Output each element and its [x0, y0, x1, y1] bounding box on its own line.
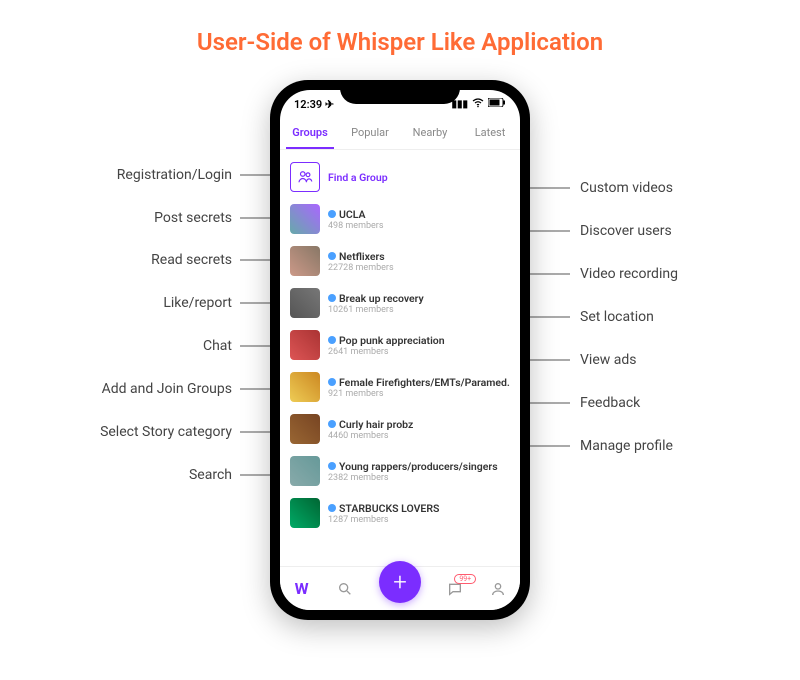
- callout-groups: Add and Join Groups: [0, 381, 238, 397]
- group-name: UCLA: [339, 208, 366, 221]
- verified-icon: [328, 504, 336, 512]
- phone-frame: 12:39 ✈ ▮▮▮ Groups Popular Nearby Latest: [270, 80, 530, 620]
- verified-icon: [328, 420, 336, 428]
- callout-registration: Registration/Login: [0, 167, 238, 183]
- bottom-nav: W + 99+: [280, 566, 520, 610]
- callout-read-secrets: Read secrets: [0, 252, 238, 268]
- tab-popular[interactable]: Popular: [340, 118, 400, 149]
- page-title: User-Side of Whisper Like Application: [0, 0, 800, 56]
- find-a-group-row[interactable]: Find a Group: [280, 156, 520, 198]
- group-thumb: [290, 288, 320, 318]
- verified-icon: [328, 378, 336, 386]
- callout-post-secrets: Post secrets: [0, 210, 238, 226]
- tab-latest[interactable]: Latest: [460, 118, 520, 149]
- callout-story-category: Select Story category: [0, 424, 238, 440]
- group-name: Female Firefighters/EMTs/Paramed...: [339, 376, 510, 389]
- group-thumb: [290, 372, 320, 402]
- group-name: Pop punk appreciation: [339, 334, 445, 347]
- nav-logo-icon[interactable]: W: [293, 580, 311, 598]
- verified-icon: [328, 336, 336, 344]
- verified-icon: [328, 462, 336, 470]
- status-icons: ▮▮▮: [451, 98, 506, 111]
- verified-icon: [328, 210, 336, 218]
- callout-chat: Chat: [0, 338, 238, 354]
- group-name: Netflixers: [339, 250, 385, 263]
- list-item[interactable]: STARBUCKS LOVERS1287 members: [280, 492, 520, 534]
- group-members: 2382 members: [328, 473, 510, 483]
- notification-badge: 99+: [454, 574, 476, 584]
- group-members: 10261 members: [328, 305, 510, 315]
- nav-search-icon[interactable]: [336, 580, 354, 598]
- status-time: 12:39 ✈: [294, 98, 334, 111]
- list-item[interactable]: UCLA498 members: [280, 198, 520, 240]
- callout-custom-videos: Custom videos: [574, 180, 679, 196]
- nav-create-button[interactable]: +: [379, 561, 421, 603]
- callout-discover-users: Discover users: [574, 223, 678, 239]
- verified-icon: [328, 294, 336, 302]
- group-members: 1287 members: [328, 515, 510, 525]
- group-members: 498 members: [328, 221, 510, 231]
- list-item[interactable]: Break up recovery10261 members: [280, 282, 520, 324]
- group-name: Break up recovery: [339, 292, 424, 305]
- find-group-label: Find a Group: [328, 171, 510, 184]
- callout-search: Search: [0, 467, 238, 483]
- list-item[interactable]: Netflixers22728 members: [280, 240, 520, 282]
- group-members: 2641 members: [328, 347, 510, 357]
- list-item[interactable]: Young rappers/producers/singers2382 memb…: [280, 450, 520, 492]
- callout-set-location: Set location: [574, 309, 660, 325]
- phone-screen: 12:39 ✈ ▮▮▮ Groups Popular Nearby Latest: [280, 90, 520, 610]
- tab-nearby[interactable]: Nearby: [400, 118, 460, 149]
- group-thumb: [290, 498, 320, 528]
- callout-manage-profile: Manage profile: [574, 438, 679, 454]
- callout-like-report: Like/report: [0, 295, 238, 311]
- tab-bar: Groups Popular Nearby Latest: [280, 118, 520, 150]
- battery-icon: [488, 98, 506, 110]
- wifi-icon: [472, 98, 484, 111]
- group-name: Curly hair probz: [339, 418, 413, 431]
- phone-notch: [340, 80, 460, 104]
- callout-view-ads: View ads: [574, 352, 642, 368]
- list-item[interactable]: Curly hair probz4460 members: [280, 408, 520, 450]
- tab-groups[interactable]: Groups: [280, 118, 340, 149]
- group-name: STARBUCKS LOVERS: [339, 502, 439, 515]
- group-thumb: [290, 246, 320, 276]
- group-name: Young rappers/producers/singers: [339, 460, 498, 473]
- find-group-icon: [290, 162, 320, 192]
- group-members: 921 members: [328, 389, 510, 399]
- callout-feedback: Feedback: [574, 395, 646, 411]
- group-list: Find a Group UCLA498 members Netflixers2…: [280, 150, 520, 540]
- group-thumb: [290, 414, 320, 444]
- list-item[interactable]: Female Firefighters/EMTs/Paramed...921 m…: [280, 366, 520, 408]
- callout-video-recording: Video recording: [574, 266, 684, 282]
- group-members: 22728 members: [328, 263, 510, 273]
- group-members: 4460 members: [328, 431, 510, 441]
- nav-profile-icon[interactable]: [489, 580, 507, 598]
- group-thumb: [290, 204, 320, 234]
- verified-icon: [328, 252, 336, 260]
- group-thumb: [290, 330, 320, 360]
- nav-chat-icon[interactable]: 99+: [446, 580, 464, 598]
- group-thumb: [290, 456, 320, 486]
- list-item[interactable]: Pop punk appreciation2641 members: [280, 324, 520, 366]
